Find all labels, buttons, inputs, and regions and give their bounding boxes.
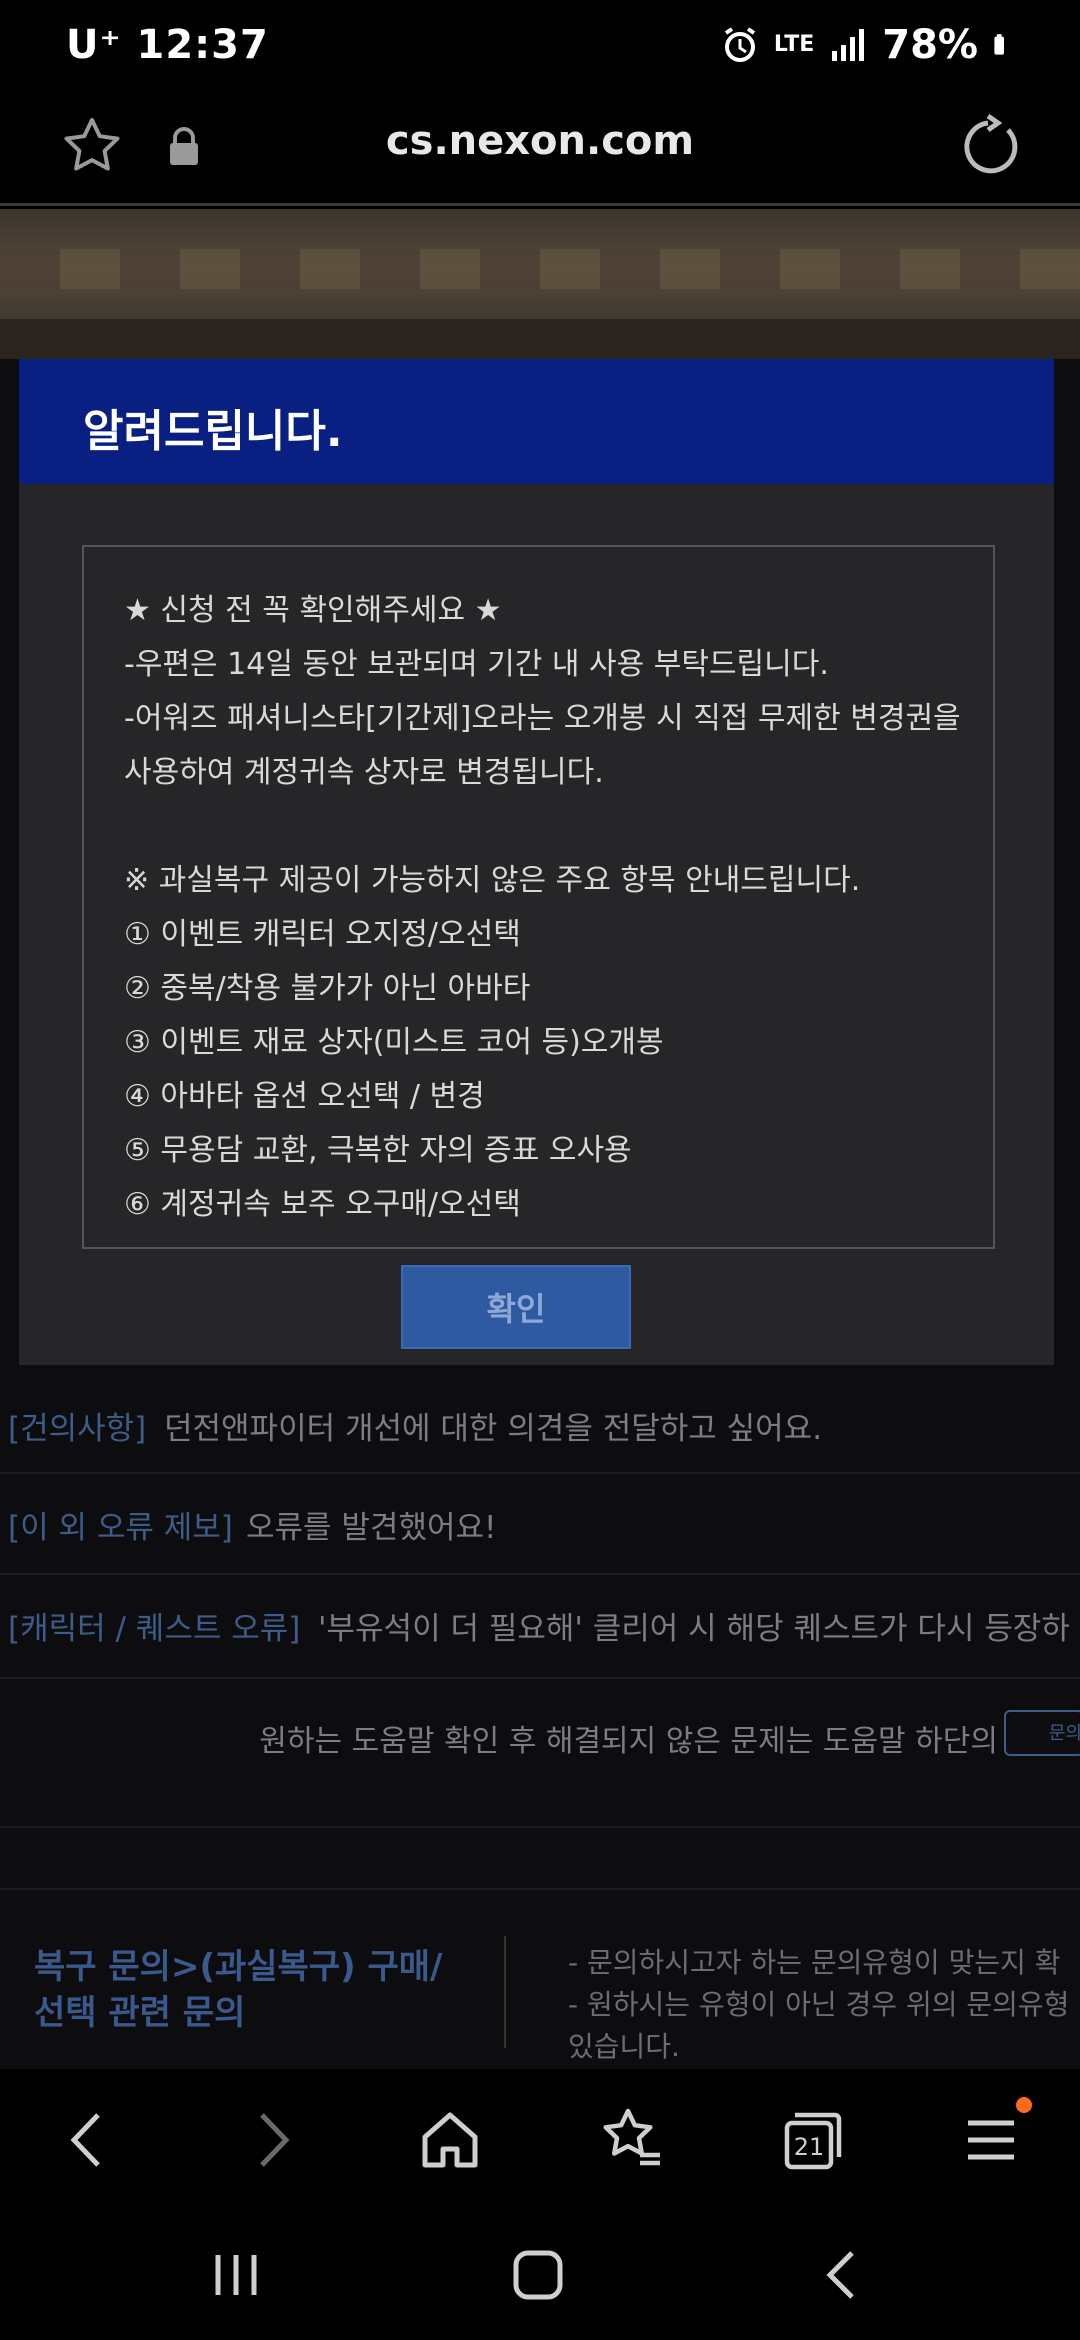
home-icon[interactable] [415,2105,485,2175]
bookmarks-icon[interactable] [596,2105,666,2175]
battery-level: 78% [882,22,978,68]
browser-bottom-nav: 21 [0,2069,1080,2209]
footer-title-line: 선택 관련 문의 [34,1993,246,2033]
notice-modal: 알려드립니다. ★ 신청 전 꼭 확인해주세요 ★ -우편은 14일 동안 보관… [19,359,1054,1365]
modal-title: 알려드립니다. [83,406,343,457]
status-icons: LTE 78% [720,22,1016,68]
notice-line: ③ 이벤트 재료 상자(미스트 코어 등)오개봉 [124,1025,664,1060]
help-hint-text: 원하는 도움말 확인 후 해결되지 않은 문제는 도움말 하단의 [259,1724,998,1759]
modal-header: 알려드립니다. [19,359,1054,484]
forward-icon[interactable] [236,2105,306,2175]
footer-divider [504,1936,506,2048]
footer-note: - 원하시는 유형이 아닌 경우 위의 문의유형 [568,1988,1070,2021]
list-item-text: 오류를 발견했어요! [246,1510,497,1546]
notice-line: ★ 신청 전 꼭 확인해주세요 ★ [124,593,502,628]
notice-line: -어워즈 패셔니스타[기간제]오라는 오개봉 시 직접 무제한 변경권을 [124,701,961,736]
list-item-category: [캐릭터 / 퀘스트 오류] [8,1611,301,1647]
list-item-category: [이 외 오류 제보] [8,1510,233,1546]
list-item[interactable]: [캐릭터 / 퀘스트 오류] '부유석이 더 필요해' 클리어 시 해당 퀘스트… [0,1575,1080,1679]
browser-toolbar: cs.nexon.com [0,96,1080,206]
alarm-icon [724,27,755,62]
footer-note: - 문의하시고자 하는 문의유형이 맞는지 확 [568,1946,1061,1979]
notice-line: ⑤ 무용담 교환, 극복한 자의 증표 오사용 [124,1133,632,1168]
game-banner-image [0,209,1080,359]
notice-line: ① 이벤트 캐릭터 오지정/오선택 [124,917,521,952]
system-nav-bar [0,2209,1080,2340]
footer-notes: - 문의하시고자 하는 문의유형이 맞는지 확 - 원하시는 유형이 아닌 경우… [568,1942,1080,2068]
notice-line: ※ 과실복구 제공이 가능하지 않은 주요 항목 안내드립니다. [124,863,861,898]
list-item-category: [건의사항] [8,1411,147,1447]
notice-line: ② 중복/착용 불가가 아닌 아바타 [124,971,531,1006]
system-back-icon[interactable] [812,2245,872,2305]
footer-title-line: 복구 문의>(과실복구) 구매/ [34,1947,443,1987]
notice-box: ★ 신청 전 꼭 확인해주세요 ★ -우편은 14일 동안 보관되며 기간 내 … [82,545,995,1249]
divider [0,1826,1080,1828]
recent-apps-icon[interactable] [206,2245,266,2305]
notice-line: 사용하여 계정귀속 상자로 변경됩니다. [124,755,604,790]
tabs-icon[interactable]: 21 [777,2105,847,2175]
reload-icon[interactable] [958,114,1024,180]
confirm-button[interactable]: 확인 [401,1265,631,1349]
notification-dot [1016,2097,1032,2113]
menu-icon[interactable] [956,2105,1026,2175]
list-item-text: 던전앤파이터 개선에 대한 의견을 전달하고 싶어요. [164,1411,823,1447]
footer-title: 복구 문의>(과실복구) 구매/ 선택 관련 문의 [34,1944,442,2036]
notice-line: ⑥ 계정귀속 보주 오구매/오선택 [124,1187,521,1222]
inquiry-button-label: 문의 [1048,1723,1080,1744]
list-item-text: '부유석이 더 필요해' 클리어 시 해당 퀘스트가 다시 등장하 [318,1611,1070,1647]
inquiry-button[interactable]: 문의 [1004,1710,1080,1756]
list-item[interactable]: [건의사항] 던전앤파이터 개선에 대한 의견을 전달하고 싶어요. [0,1375,1080,1474]
list-item[interactable]: [이 외 오류 제보] 오류를 발견했어요! [0,1474,1080,1575]
signal-icon [832,29,865,61]
home-button-icon[interactable] [508,2245,568,2305]
notice-line: ④ 아바타 옵션 오선택 / 변경 [124,1079,485,1114]
tabs-count: 21 [794,2133,825,2161]
footer-note: 있습니다. [568,2030,680,2063]
network-type: LTE [773,32,815,57]
divider [0,1888,1080,1890]
back-icon[interactable] [54,2105,124,2175]
status-bar: U⁺ 12:37 LTE 78% [0,0,1080,96]
battery-icon [994,34,1004,55]
url-bar[interactable]: cs.nexon.com [0,118,1080,164]
status-time: U⁺ 12:37 [66,22,269,68]
notice-line: -우편은 14일 동안 보관되며 기간 내 사용 부탁드립니다. [124,647,829,682]
